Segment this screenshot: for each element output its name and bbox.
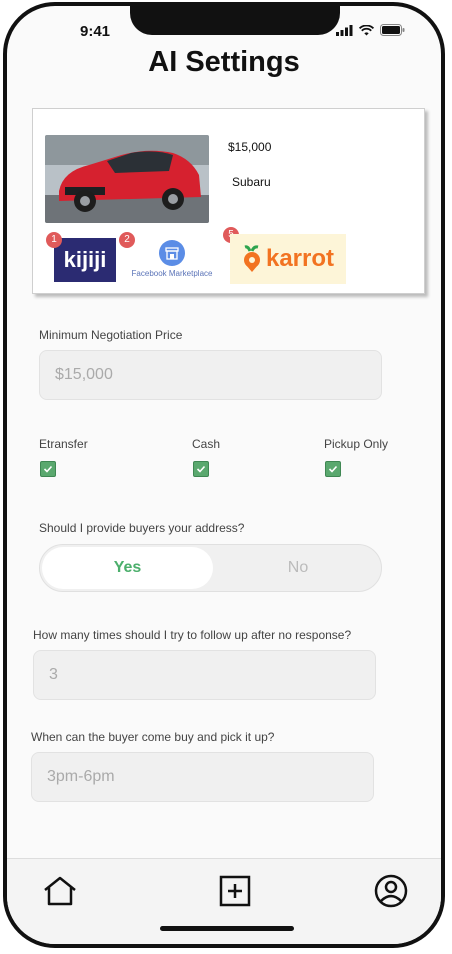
kijiji-logo[interactable]: kijiji xyxy=(54,238,116,282)
pickup-only-label: Pickup Only xyxy=(324,437,389,451)
listing-price: $15,000 xyxy=(228,140,272,154)
cash-checkbox[interactable] xyxy=(193,461,209,477)
wifi-icon xyxy=(359,24,374,35)
page-title: AI Settings xyxy=(148,46,300,78)
home-indicator xyxy=(160,926,294,931)
battery-icon xyxy=(380,24,405,36)
home-icon[interactable] xyxy=(42,875,78,907)
pickup-time-label: When can the buyer come buy and pick it … xyxy=(31,730,275,744)
status-time: 9:41 xyxy=(80,23,111,40)
kijiji-badge: 1 xyxy=(46,232,62,248)
address-question-label: Should I provide buyers your address? xyxy=(39,521,245,535)
min-price-input[interactable]: $15,000 xyxy=(39,350,382,400)
address-toggle[interactable]: Yes No xyxy=(39,544,382,592)
karrot-label: karrot xyxy=(265,245,335,272)
toggle-yes[interactable]: Yes xyxy=(42,547,213,589)
pickup-time-input[interactable]: 3pm-6pm xyxy=(31,752,374,802)
facebook-marketplace-logo[interactable]: Facebook Marketplace xyxy=(127,240,217,278)
phone-frame: 9:41 AI Settings $15,000 Subaru kijiji 1… xyxy=(3,2,445,948)
check-icon xyxy=(328,465,338,473)
add-icon[interactable] xyxy=(219,875,251,907)
listing-card[interactable]: $15,000 Subaru kijiji 1 2 Facebook Marke… xyxy=(32,108,425,294)
check-icon xyxy=(196,465,206,473)
bottom-nav xyxy=(7,858,441,944)
etransfer-checkbox[interactable] xyxy=(40,461,56,477)
etransfer-label: Etransfer xyxy=(39,437,88,451)
facebook-marketplace-label: Facebook Marketplace xyxy=(131,269,213,278)
notch xyxy=(130,6,340,35)
status-icons xyxy=(336,24,405,36)
follow-up-input[interactable]: 3 xyxy=(33,650,376,700)
profile-icon[interactable] xyxy=(374,874,408,908)
min-price-label: Minimum Negotiation Price xyxy=(39,328,183,342)
karrot-logo[interactable]: karrot xyxy=(230,234,346,284)
toggle-no[interactable]: No xyxy=(215,547,381,589)
pickup-only-checkbox[interactable] xyxy=(325,461,341,477)
carrot-icon xyxy=(243,245,260,272)
cash-label: Cash xyxy=(192,437,221,451)
car-photo xyxy=(45,135,209,223)
follow-up-label: How many times should I try to follow up… xyxy=(33,628,352,642)
signal-icon xyxy=(336,24,353,36)
listing-make: Subaru xyxy=(232,175,271,189)
check-icon xyxy=(43,465,53,473)
storefront-icon xyxy=(159,240,185,266)
